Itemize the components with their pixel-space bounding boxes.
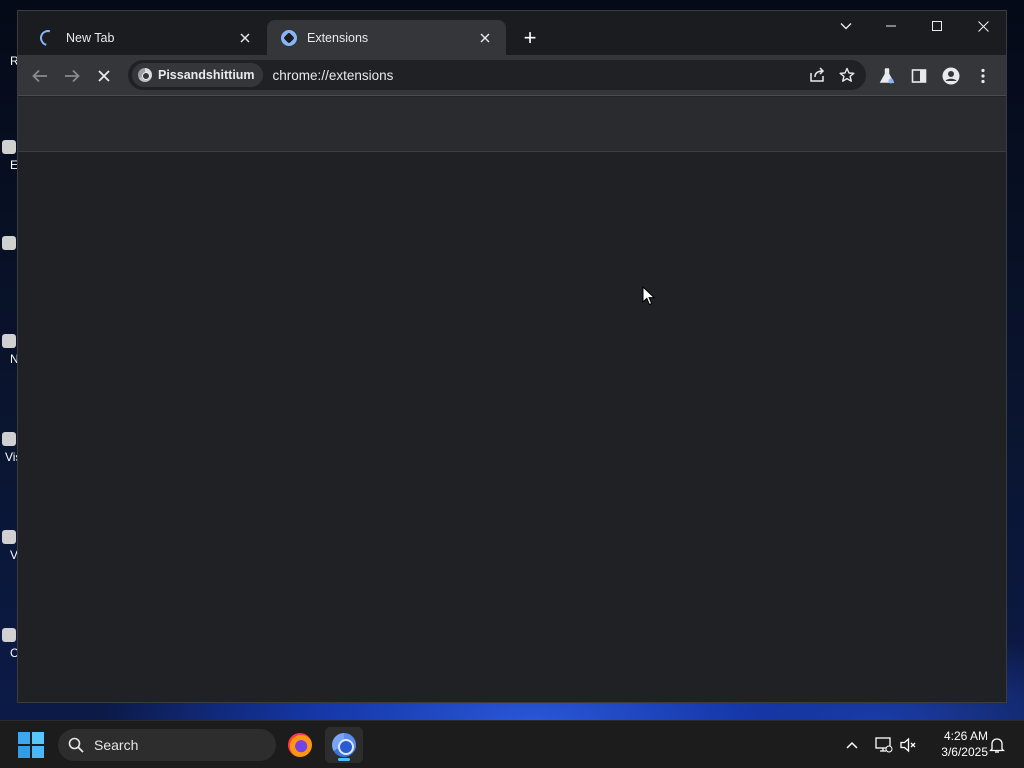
- network-button[interactable]: [872, 733, 896, 757]
- tab-title: Extensions: [307, 30, 369, 45]
- arrow-right-icon: [65, 69, 80, 83]
- maximize-icon: [932, 21, 942, 31]
- taskbar-search[interactable]: Search: [58, 729, 276, 761]
- profile-button[interactable]: [937, 62, 965, 90]
- desktop-shortcut-c[interactable]: C: [2, 628, 19, 660]
- chevron-up-icon: [846, 741, 858, 749]
- app-icon: [2, 140, 16, 154]
- share-button[interactable]: [802, 60, 832, 90]
- arrow-left-icon: [32, 69, 47, 83]
- tab-new-tab[interactable]: New Tab: [26, 20, 266, 55]
- side-panel-icon: [911, 69, 927, 83]
- desktop-shortcut-3[interactable]: [2, 236, 18, 250]
- app-icon: [2, 628, 16, 642]
- app-icon: [2, 530, 16, 544]
- site-chip-label: Pissandshittium: [158, 68, 255, 82]
- menu-button[interactable]: [969, 62, 997, 90]
- chromium-icon: [138, 68, 152, 82]
- browser-toolbar: Pissandshittium chrome://extensions: [18, 55, 1006, 96]
- desktop-shortcut-e[interactable]: E: [2, 140, 18, 172]
- address-bar[interactable]: Pissandshittium chrome://extensions: [128, 60, 866, 90]
- show-hidden-icons-button[interactable]: [840, 733, 864, 757]
- tab-close-icon[interactable]: [236, 29, 254, 47]
- taskbar: Search 4:26 AM 3/6/2025: [0, 720, 1024, 768]
- desktop-shortcut-v[interactable]: V: [2, 530, 18, 562]
- desktop-shortcut-n[interactable]: N: [2, 334, 19, 366]
- volume-muted-icon: [900, 737, 916, 753]
- tab-close-icon[interactable]: [476, 29, 494, 47]
- taskbar-app-firefox[interactable]: [281, 727, 319, 763]
- windows-logo-icon: [18, 732, 30, 744]
- extensions-favicon-icon: [281, 29, 297, 46]
- tab-extensions[interactable]: Extensions: [267, 20, 506, 55]
- app-icon: [2, 432, 16, 446]
- maximize-button[interactable]: [914, 11, 960, 41]
- app-icon: [2, 236, 16, 250]
- kebab-menu-icon: [981, 68, 985, 84]
- close-icon: [98, 70, 110, 82]
- back-button[interactable]: [26, 62, 54, 90]
- page-content: [18, 97, 1006, 702]
- firefox-icon: [288, 733, 312, 757]
- taskbar-app-chromium[interactable]: [325, 727, 363, 763]
- clock-time: 4:26 AM: [943, 729, 988, 743]
- tab-strip: New Tab Extensions +: [18, 11, 1006, 55]
- bookmark-button[interactable]: [832, 60, 862, 90]
- site-info-chip[interactable]: Pissandshittium: [132, 63, 263, 87]
- search-icon: [68, 737, 84, 753]
- chevron-down-icon: [840, 23, 852, 30]
- extensions-header-bar: [18, 97, 1006, 152]
- side-panel-button[interactable]: [905, 62, 933, 90]
- running-indicator: [338, 758, 350, 761]
- tab-title: New Tab: [66, 30, 115, 45]
- bell-icon: [989, 738, 1005, 753]
- spinner-icon: [37, 26, 59, 49]
- stop-loading-button[interactable]: [90, 62, 118, 90]
- system-clock[interactable]: 4:26 AM 3/6/2025: [924, 728, 988, 760]
- mouse-cursor-icon: [642, 286, 656, 306]
- forward-button[interactable]: [58, 62, 86, 90]
- desktop-shortcut-vis[interactable]: Vis: [2, 432, 21, 464]
- close-icon: [977, 20, 989, 32]
- search-label: Search: [94, 737, 139, 753]
- chromium-icon: [332, 733, 356, 757]
- network-icon: [875, 737, 893, 753]
- browser-window: New Tab Extensions + Pissandshittium chr…: [17, 10, 1007, 703]
- star-icon: [839, 67, 855, 82]
- clock-date: 3/6/2025: [941, 745, 988, 759]
- tab-search-button[interactable]: [826, 11, 866, 41]
- minimize-button[interactable]: [868, 11, 914, 41]
- labs-button[interactable]: [873, 62, 901, 90]
- new-tab-button[interactable]: +: [518, 26, 542, 50]
- minimize-icon: [886, 25, 896, 27]
- notifications-button[interactable]: [985, 733, 1009, 757]
- app-icon: [2, 334, 16, 348]
- share-icon: [810, 67, 825, 82]
- profile-icon: [942, 67, 960, 85]
- url-text[interactable]: chrome://extensions: [273, 68, 802, 83]
- volume-button[interactable]: [897, 733, 921, 757]
- start-button[interactable]: [18, 732, 44, 758]
- close-window-button[interactable]: [960, 11, 1006, 41]
- flask-icon: [879, 68, 895, 84]
- desktop-shortcut-r[interactable]: R: [2, 50, 19, 68]
